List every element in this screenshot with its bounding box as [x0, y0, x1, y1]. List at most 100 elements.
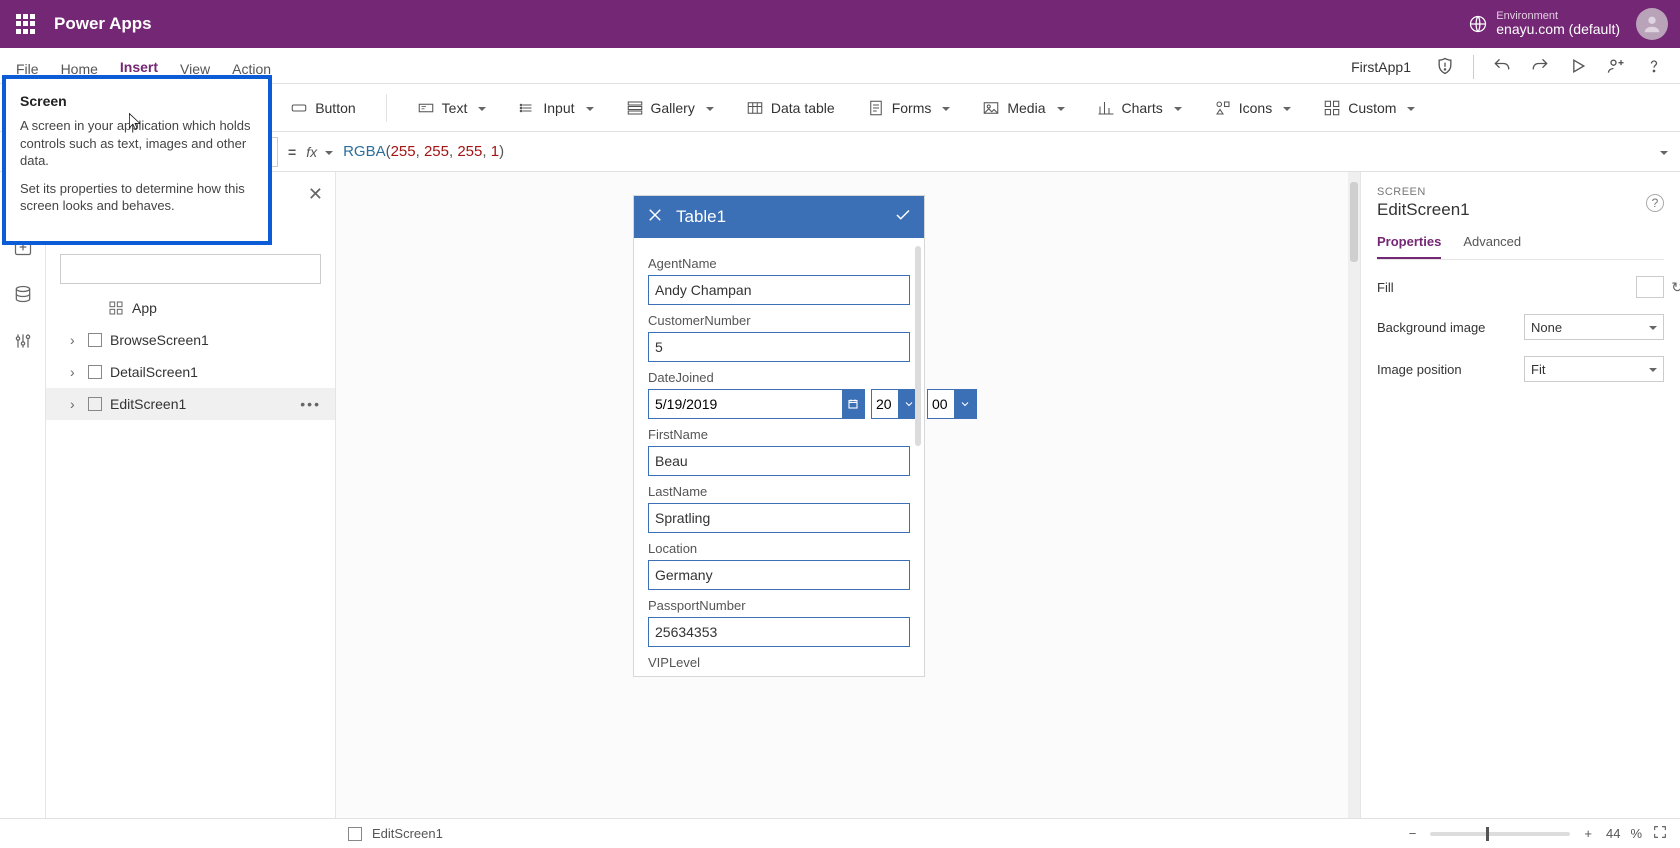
tree-item-edit[interactable]: ›EditScreen1 •••	[46, 388, 335, 420]
help-icon[interactable]	[1644, 56, 1664, 79]
fit-to-window-icon[interactable]	[1652, 824, 1668, 843]
undo-icon[interactable]	[1492, 56, 1512, 79]
tab-properties[interactable]: Properties	[1377, 234, 1441, 259]
environment-picker[interactable]: Environment enayu.com (default)	[1468, 10, 1620, 37]
imgpos-select[interactable]: Fit	[1524, 356, 1664, 382]
form-scrollbar[interactable]	[915, 246, 921, 446]
calendar-icon[interactable]	[842, 389, 864, 419]
tooltip-body-2: Set its properties to determine how this…	[20, 180, 254, 215]
prop-fill-label: Fill	[1377, 280, 1636, 295]
cursor-icon	[128, 112, 142, 132]
custom-button[interactable]: Custom	[1317, 95, 1421, 121]
bgimage-select[interactable]: None	[1524, 314, 1664, 340]
edit-form[interactable]: Table1 AgentName CustomerNumber DateJoin…	[634, 196, 924, 676]
label-location: Location	[648, 541, 910, 556]
tooltip-title: Screen	[20, 93, 254, 109]
input-location[interactable]	[648, 560, 910, 590]
charts-button[interactable]: Charts	[1091, 95, 1188, 121]
input-minute[interactable]	[927, 389, 977, 419]
reset-icon[interactable]: ↻	[1671, 279, 1680, 296]
app-icon	[108, 300, 124, 316]
data-table-button[interactable]: Data table	[740, 95, 841, 121]
input-datejoined[interactable]	[648, 389, 865, 419]
label-customernumber: CustomerNumber	[648, 313, 910, 328]
properties-panel: SCREEN EditScreen1 ? Properties Advanced…	[1360, 172, 1680, 818]
fill-color-picker[interactable]: ↻	[1636, 276, 1664, 298]
label-lastname: LastName	[648, 484, 910, 499]
submit-icon[interactable]	[894, 206, 912, 229]
zoom-percent: %	[1630, 826, 1642, 841]
button-button[interactable]: Button	[284, 95, 361, 121]
environment-icon	[1468, 14, 1488, 34]
divider	[1473, 55, 1474, 79]
redo-icon[interactable]	[1530, 56, 1550, 79]
input-hour[interactable]	[871, 389, 921, 419]
more-icon[interactable]: •••	[300, 396, 321, 412]
screen-title: EditScreen1	[1377, 200, 1470, 220]
play-icon[interactable]	[1568, 56, 1588, 79]
zoom-value: 44	[1606, 826, 1620, 841]
text-icon	[417, 99, 435, 117]
info-icon[interactable]: ?	[1646, 194, 1664, 212]
form-icon	[867, 99, 885, 117]
table-icon	[746, 99, 764, 117]
input-button[interactable]: Input	[512, 95, 599, 121]
status-bar: EditScreen1 − + 44 %	[0, 818, 1680, 848]
tree-search-input[interactable]	[60, 254, 321, 284]
button-icon	[290, 99, 308, 117]
waffle-icon[interactable]	[12, 10, 40, 38]
label-agentname: AgentName	[648, 256, 910, 271]
input-passportnumber[interactable]	[648, 617, 910, 647]
left-rail	[0, 172, 46, 818]
prop-bgimage-label: Background image	[1377, 320, 1524, 335]
app-title: Power Apps	[54, 14, 152, 34]
top-bar: Power Apps Environment enayu.com (defaul…	[0, 0, 1680, 48]
zoom-in-button[interactable]: +	[1580, 826, 1596, 841]
forms-button[interactable]: Forms	[861, 95, 957, 121]
new-screen-tooltip: Screen A screen in your application whic…	[2, 75, 272, 245]
close-icon[interactable]	[646, 206, 664, 229]
tab-advanced[interactable]: Advanced	[1463, 234, 1521, 259]
icons-button[interactable]: Icons	[1208, 95, 1297, 121]
chart-icon	[1097, 99, 1115, 117]
main-area: ✕ App ›BrowseScreen1 ›DetailScreen1 ›Edi…	[0, 172, 1680, 818]
input-lastname[interactable]	[648, 503, 910, 533]
input-agentname[interactable]	[648, 275, 910, 305]
custom-icon	[1323, 99, 1341, 117]
formula-input[interactable]: RGBA(255, 255, 255, 1)	[343, 143, 504, 161]
input-icon	[518, 99, 536, 117]
formula-expand-icon[interactable]	[1656, 144, 1668, 160]
tree-view-panel: ✕ App ›BrowseScreen1 ›DetailScreen1 ›Edi…	[46, 172, 336, 818]
media-button[interactable]: Media	[976, 95, 1070, 121]
input-customernumber[interactable]	[648, 332, 910, 362]
data-sources-icon[interactable]	[13, 284, 33, 309]
advanced-tools-icon[interactable]	[13, 331, 33, 356]
environment-value: enayu.com (default)	[1496, 22, 1620, 37]
label-firstname: FirstName	[648, 427, 910, 442]
label-viplevel: VIPLevel	[648, 655, 910, 670]
app-checker-icon[interactable]	[1435, 56, 1455, 79]
close-panel-icon[interactable]: ✕	[308, 184, 323, 205]
equals-label: =	[288, 144, 296, 160]
input-firstname[interactable]	[648, 446, 910, 476]
fx-label[interactable]: fx	[306, 144, 333, 160]
canvas[interactable]: Table1 AgentName CustomerNumber DateJoin…	[336, 172, 1360, 818]
canvas-scrollbar[interactable]	[1348, 172, 1360, 818]
label-datejoined: DateJoined	[648, 370, 910, 385]
app-file-name[interactable]: FirstApp1	[1351, 59, 1417, 75]
tree-item-app[interactable]: App	[46, 292, 335, 324]
tree-item-browse[interactable]: ›BrowseScreen1	[46, 324, 335, 356]
zoom-slider[interactable]	[1430, 832, 1570, 836]
text-button[interactable]: Text	[411, 95, 493, 121]
share-icon[interactable]	[1606, 56, 1626, 79]
prop-imgpos-label: Image position	[1377, 362, 1524, 377]
status-screen-name: EditScreen1	[372, 826, 443, 841]
gallery-button[interactable]: Gallery	[620, 95, 720, 121]
form-header: Table1	[634, 196, 924, 238]
tree-item-detail[interactable]: ›DetailScreen1	[46, 356, 335, 388]
form-title: Table1	[676, 207, 726, 227]
user-avatar[interactable]	[1636, 8, 1668, 40]
zoom-out-button[interactable]: −	[1405, 826, 1421, 841]
gallery-icon	[626, 99, 644, 117]
chevron-down-icon[interactable]	[954, 390, 976, 418]
